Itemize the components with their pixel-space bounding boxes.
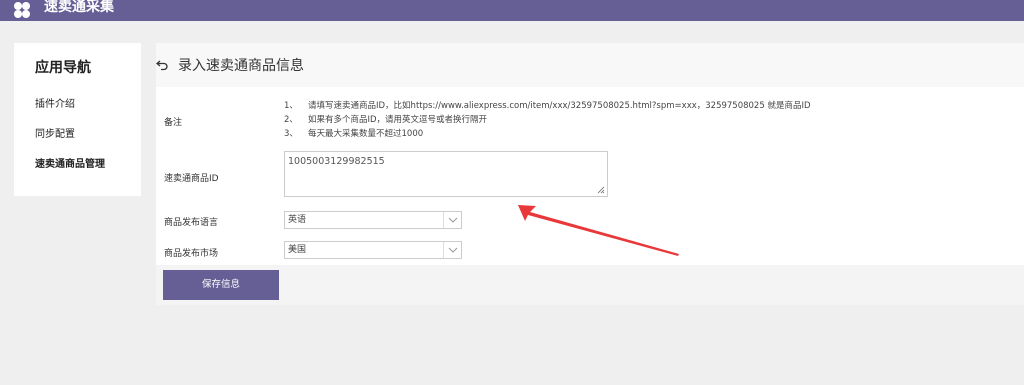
app-title: 速卖通采集: [44, 0, 114, 15]
sidebar-item-product-management[interactable]: 速卖通商品管理: [35, 155, 105, 170]
market-value: 美国: [288, 245, 307, 255]
sidebar-item-sync-config[interactable]: 同步配置: [35, 125, 75, 140]
page-title: 录入速卖通商品信息: [178, 58, 304, 74]
back-arrow-icon[interactable]: [156, 58, 169, 71]
product-id-label: 速卖通商品ID: [164, 174, 219, 184]
product-id-value: 1005003129982515: [288, 156, 385, 167]
language-value: 英语: [288, 215, 307, 225]
chevron-down-icon: [448, 217, 458, 223]
language-select[interactable]: 英语: [284, 211, 462, 229]
note-item: 2、 如果有多个商品ID，请用英文逗号或者换行隔开: [284, 113, 811, 127]
notes-label: 备注: [164, 118, 183, 128]
page-header: 录入速卖通商品信息: [156, 43, 1024, 87]
market-label: 商品发布市场: [164, 249, 219, 259]
chevron-down-icon: [448, 247, 458, 253]
red-arrow-annotation: [518, 205, 679, 256]
sidebar: 应用导航 插件介绍 同步配置 速卖通商品管理: [14, 43, 141, 196]
note-text: 如果有多个商品ID，请用英文逗号或者换行隔开: [308, 115, 488, 125]
note-number: 1、: [284, 101, 298, 111]
language-label: 商品发布语言: [164, 218, 219, 228]
notes-list: 1、 请填写速卖通商品ID，比如https://www.aliexpress.co…: [284, 99, 811, 141]
product-id-textarea[interactable]: 1005003129982515: [284, 151, 608, 197]
clover-logo-icon: [14, 2, 30, 18]
note-item: 1、 请填写速卖通商品ID，比如https://www.aliexpress.co…: [284, 99, 811, 113]
sidebar-item-plugin-intro[interactable]: 插件介绍: [35, 95, 75, 110]
note-text: 每天最大采集数量不超过1000: [308, 129, 424, 139]
note-text: 请填写速卖通商品ID，比如https://www.aliexpress.com/…: [308, 101, 811, 111]
note-number: 3、: [284, 129, 298, 139]
resize-handle-icon[interactable]: [597, 186, 605, 194]
select-divider: [443, 212, 444, 228]
save-button[interactable]: 保存信息: [163, 270, 279, 300]
note-item: 3、 每天最大采集数量不超过1000: [284, 127, 811, 141]
sidebar-title: 应用导航: [35, 60, 91, 76]
form-footer: [156, 265, 1024, 305]
select-divider: [443, 242, 444, 258]
note-number: 2、: [284, 115, 298, 125]
top-bar: 速卖通采集: [0, 0, 1024, 21]
market-select[interactable]: 美国: [284, 241, 462, 259]
main-panel: 录入速卖通商品信息 备注 1、 请填写速卖通商品ID，比如https://www.…: [156, 43, 1024, 305]
